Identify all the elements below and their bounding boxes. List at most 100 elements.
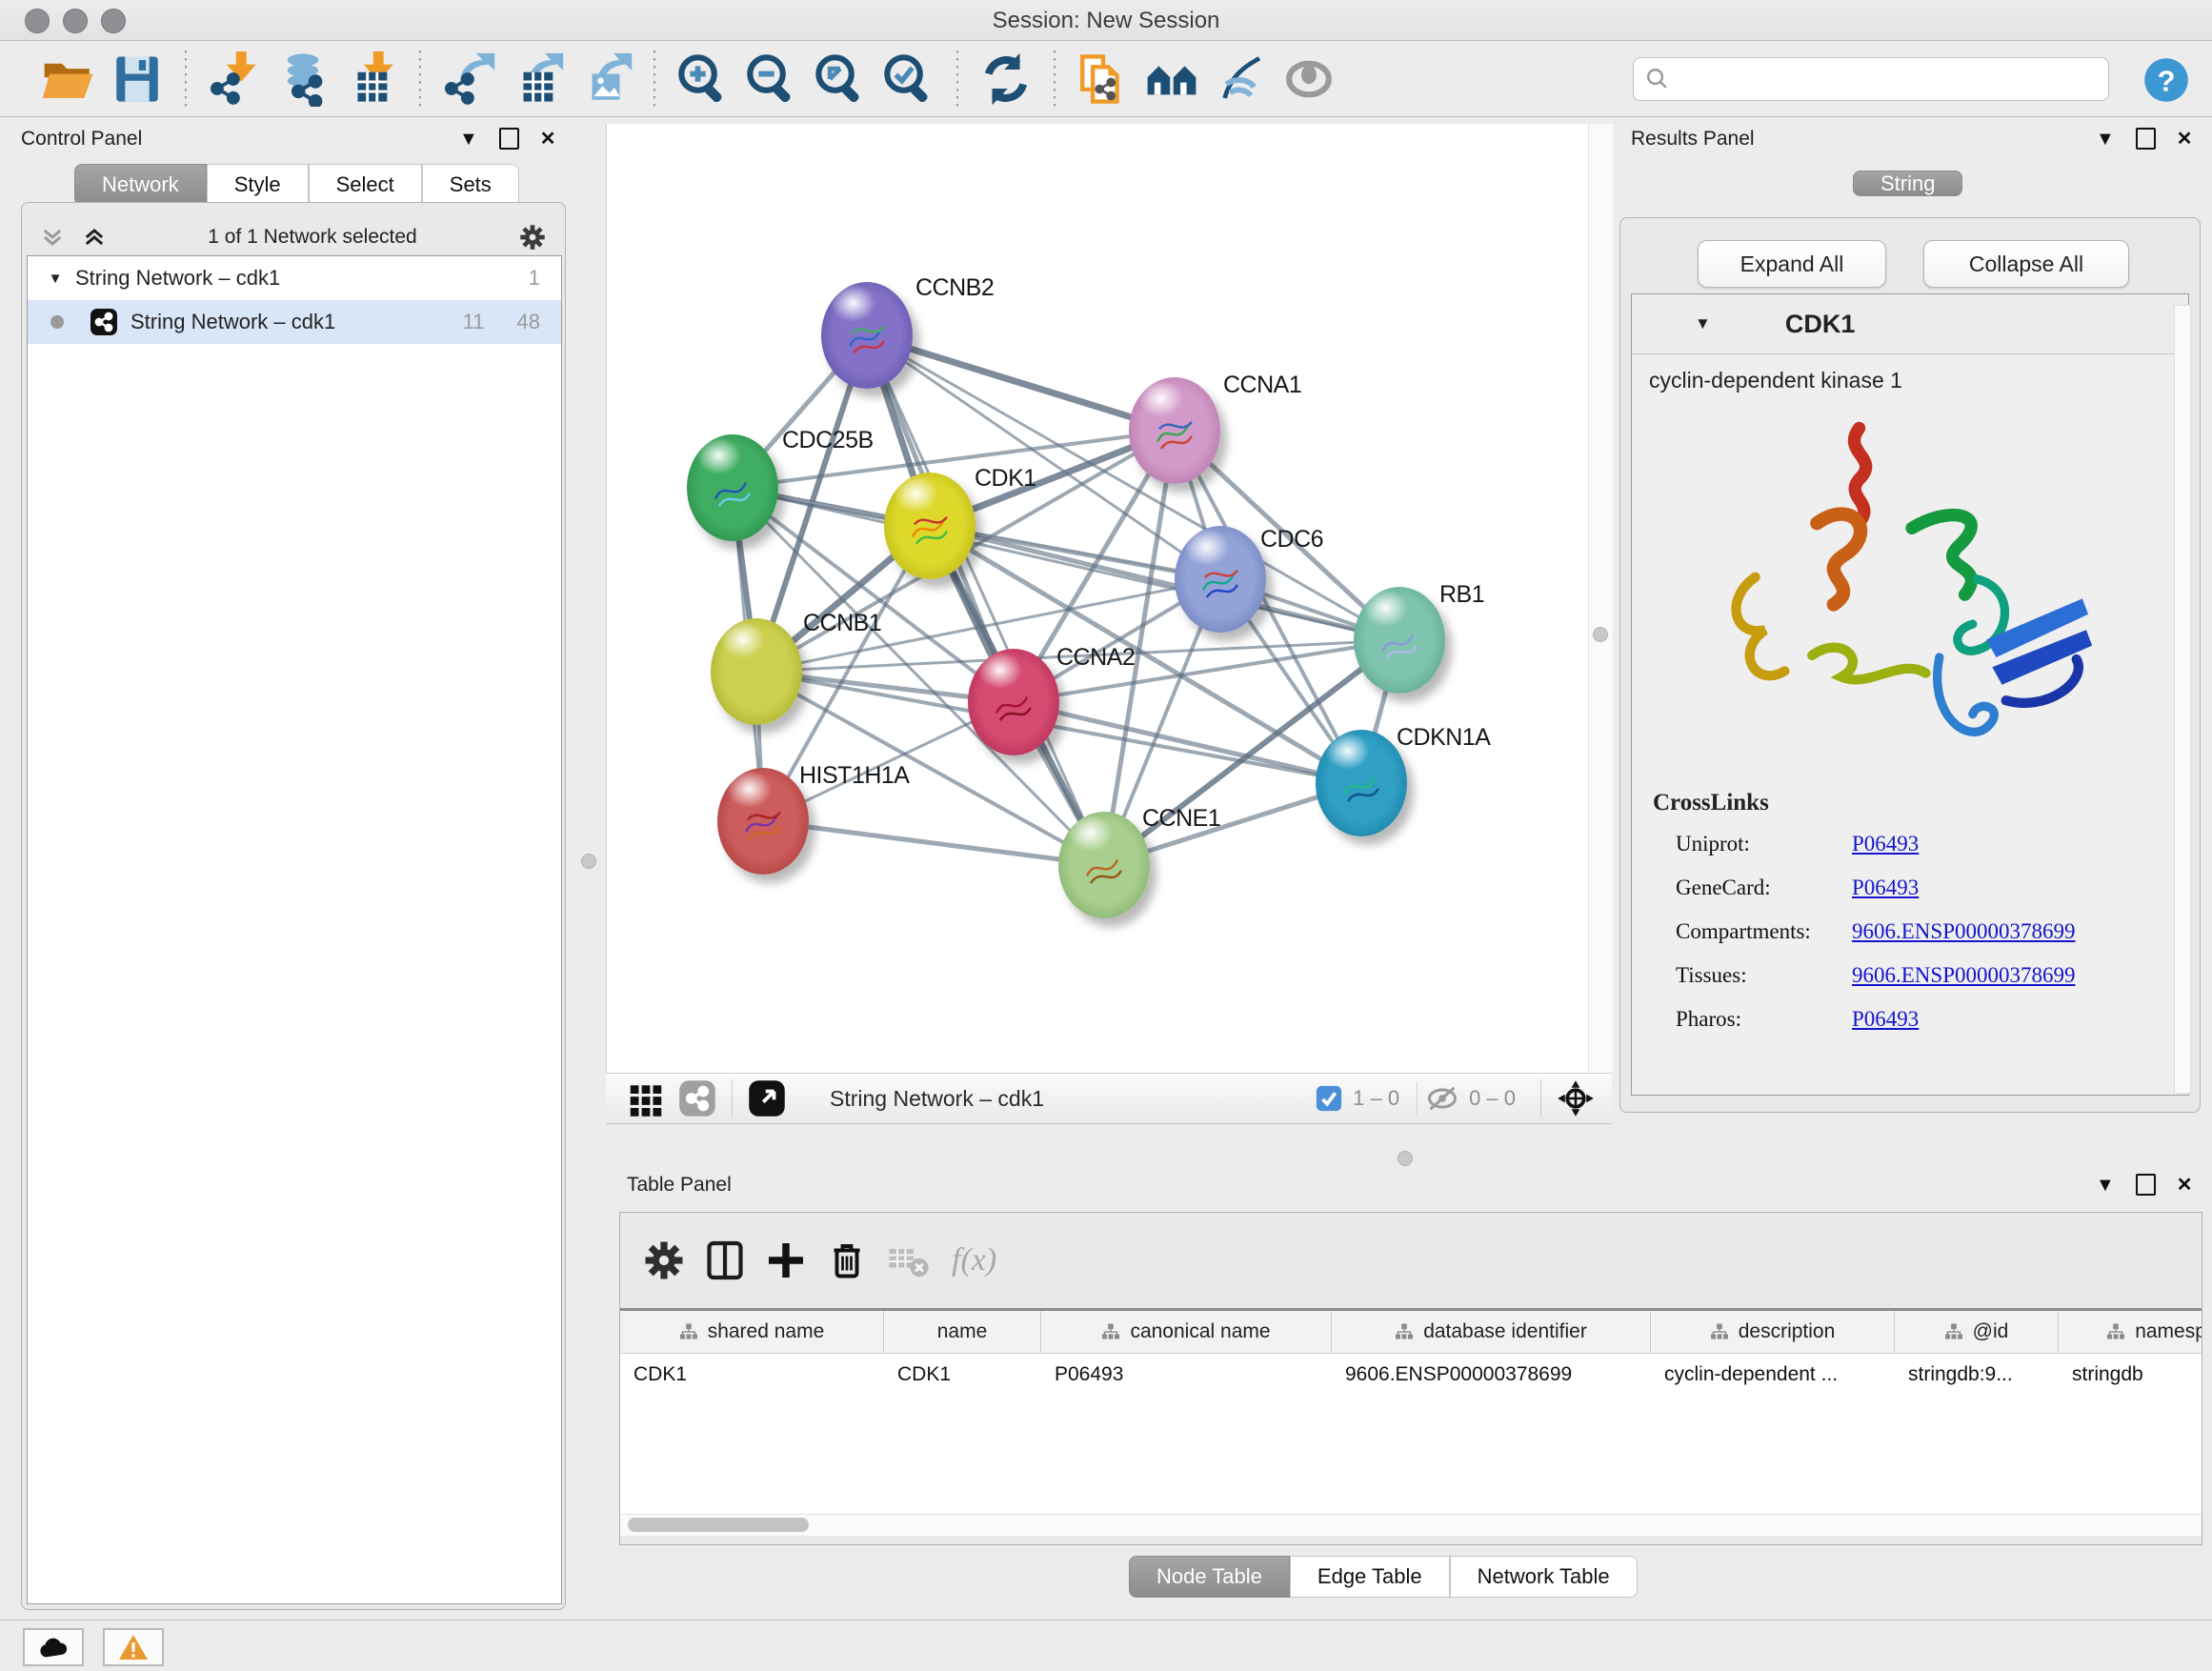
float-panel-icon[interactable]: ▼: [2096, 130, 2115, 149]
tab-network-table[interactable]: Network Table: [1450, 1556, 1638, 1598]
column-header-name[interactable]: name: [884, 1311, 1041, 1353]
network-canvas[interactable]: CCNB2CCNA1CDC25BCDK1CDC6RB1CCNB1CCNA2CDK…: [606, 124, 1588, 1073]
zoom-in-button[interactable]: [669, 49, 737, 110]
tab-network[interactable]: Network: [74, 164, 207, 206]
crosslink-link[interactable]: P06493: [1852, 832, 1919, 856]
network-collection-row[interactable]: ▼ String Network – cdk1 1: [28, 256, 561, 300]
close-panel-icon[interactable]: ✕: [2177, 1176, 2193, 1195]
tab-select[interactable]: Select: [309, 164, 422, 206]
collapse-all-button[interactable]: Collapse All: [1923, 240, 2129, 288]
string-glasses-button[interactable]: [1206, 49, 1275, 110]
show-columns-icon[interactable]: [694, 1233, 755, 1288]
warning-button[interactable]: [103, 1628, 164, 1666]
maximize-panel-icon[interactable]: [499, 128, 519, 150]
table-row[interactable]: CDK1CDK1P064939606.ENSP00000378699cyclin…: [620, 1354, 2202, 1396]
node-CDC6[interactable]: [1175, 526, 1266, 633]
node-CCNA1[interactable]: [1129, 377, 1220, 484]
float-panel-icon[interactable]: ▼: [459, 130, 478, 149]
zoom-out-button[interactable]: [737, 49, 806, 110]
column-header-description[interactable]: description: [1651, 1311, 1895, 1353]
import-network-file-button[interactable]: [200, 49, 269, 110]
gene-card-expander-icon[interactable]: ▼: [1695, 314, 1711, 333]
node-CDC25B[interactable]: [687, 434, 778, 541]
add-column-icon[interactable]: [755, 1233, 816, 1288]
right-splitter-handle[interactable]: [1593, 627, 1608, 642]
tab-node-table[interactable]: Node Table: [1129, 1556, 1290, 1598]
export-network-button[interactable]: [434, 49, 503, 110]
close-panel-icon[interactable]: ✕: [540, 130, 556, 149]
selected-checkbox-icon[interactable]: [1315, 1084, 1343, 1113]
open-session-button[interactable]: [34, 49, 103, 110]
crosslink-link[interactable]: P06493: [1852, 1007, 1919, 1032]
column-header-shared-name[interactable]: shared name: [620, 1311, 884, 1353]
crosslink-link[interactable]: 9606.ENSP00000378699: [1852, 963, 2076, 988]
network-row[interactable]: String Network – cdk1 11 48: [28, 300, 561, 344]
node-CDK1[interactable]: [884, 473, 975, 579]
help-button[interactable]: ?: [2142, 55, 2191, 110]
import-network-database-button[interactable]: [269, 49, 337, 110]
close-panel-icon[interactable]: ✕: [2177, 130, 2193, 149]
table-cell[interactable]: CDK1: [620, 1363, 884, 1386]
table-cell[interactable]: stringdb: [2059, 1363, 2202, 1386]
edge-CCNB2-CCNA1[interactable]: [867, 335, 1175, 431]
node-CCNB2[interactable]: [821, 282, 913, 389]
collection-name: String Network – cdk1: [75, 266, 529, 291]
network-share-gray-icon[interactable]: [678, 1079, 716, 1117]
table-cell[interactable]: P06493: [1041, 1363, 1332, 1386]
edge-HIST1H1A-CCNE1[interactable]: [763, 821, 1104, 865]
maximize-panel-icon[interactable]: [2136, 128, 2156, 150]
expand-all-button[interactable]: Expand All: [1698, 240, 1886, 288]
column-header-@id[interactable]: @id: [1895, 1311, 2059, 1353]
horizontal-splitter-handle[interactable]: [1398, 1151, 1413, 1166]
zoom-fit-button[interactable]: [806, 49, 875, 110]
crosslink-link[interactable]: P06493: [1852, 876, 1919, 900]
tab-style[interactable]: Style: [207, 164, 309, 206]
share-document-button[interactable]: [1069, 49, 1137, 110]
maximize-panel-icon[interactable]: [2136, 1174, 2156, 1196]
node-CCNB1[interactable]: [711, 618, 802, 725]
search-box[interactable]: [1633, 57, 2109, 101]
left-splitter-handle[interactable]: [581, 854, 596, 869]
tree-expander-icon[interactable]: ▼: [41, 271, 70, 287]
delete-column-icon[interactable]: [816, 1233, 877, 1288]
node-CDKN1A[interactable]: [1316, 730, 1407, 836]
node-RB1[interactable]: [1354, 587, 1445, 694]
import-table-file-button[interactable]: [337, 49, 406, 110]
save-session-button[interactable]: [103, 49, 171, 110]
float-panel-icon[interactable]: ▼: [2096, 1176, 2115, 1195]
eye-button[interactable]: [1275, 49, 1343, 110]
crosslink-link[interactable]: 9606.ENSP00000378699: [1852, 919, 2076, 944]
table-cell[interactable]: stringdb:9...: [1895, 1363, 2059, 1386]
export-table-button[interactable]: [503, 49, 572, 110]
edge-CCNA2-CDKN1A[interactable]: [1014, 702, 1361, 783]
export-image-button[interactable]: [572, 49, 640, 110]
scrollbar-thumb[interactable]: [628, 1518, 809, 1532]
string-home-button[interactable]: [1137, 49, 1206, 110]
node-CCNA2[interactable]: [968, 649, 1059, 755]
results-scrollbar[interactable]: [2174, 305, 2191, 1094]
refresh-view-button[interactable]: [972, 49, 1040, 110]
gene-card-header[interactable]: ▼ CDK1: [1632, 294, 2188, 354]
grid-view-icon[interactable]: [627, 1079, 665, 1117]
birdseye-view-icon[interactable]: [748, 1079, 786, 1117]
column-header-namespace[interactable]: namespace: [2059, 1311, 2202, 1353]
crosshair-icon[interactable]: [1557, 1079, 1595, 1117]
table-cell[interactable]: cyclin-dependent ...: [1651, 1363, 1895, 1386]
zoom-selected-button[interactable]: [875, 49, 943, 110]
table-settings-gear-icon[interactable]: [633, 1233, 694, 1288]
node-CCNE1[interactable]: [1058, 812, 1150, 918]
table-horizontal-scrollbar[interactable]: [620, 1514, 2202, 1536]
network-options-gear-icon[interactable]: [516, 221, 549, 253]
column-header-canonical-name[interactable]: canonical name: [1041, 1311, 1332, 1353]
cloud-button[interactable]: [23, 1628, 84, 1666]
table-cell[interactable]: 9606.ENSP00000378699: [1332, 1363, 1651, 1386]
collapse-all-icon[interactable]: [38, 224, 67, 251]
tab-edge-table[interactable]: Edge Table: [1290, 1556, 1450, 1598]
node-HIST1H1A[interactable]: [717, 768, 809, 875]
tab-sets[interactable]: Sets: [422, 164, 519, 206]
search-input[interactable]: [1670, 66, 2097, 92]
table-cell[interactable]: CDK1: [884, 1363, 1041, 1386]
tab-string[interactable]: String: [1853, 171, 1962, 196]
expand-all-icon[interactable]: [80, 224, 109, 251]
column-header-database-identifier[interactable]: database identifier: [1332, 1311, 1651, 1353]
